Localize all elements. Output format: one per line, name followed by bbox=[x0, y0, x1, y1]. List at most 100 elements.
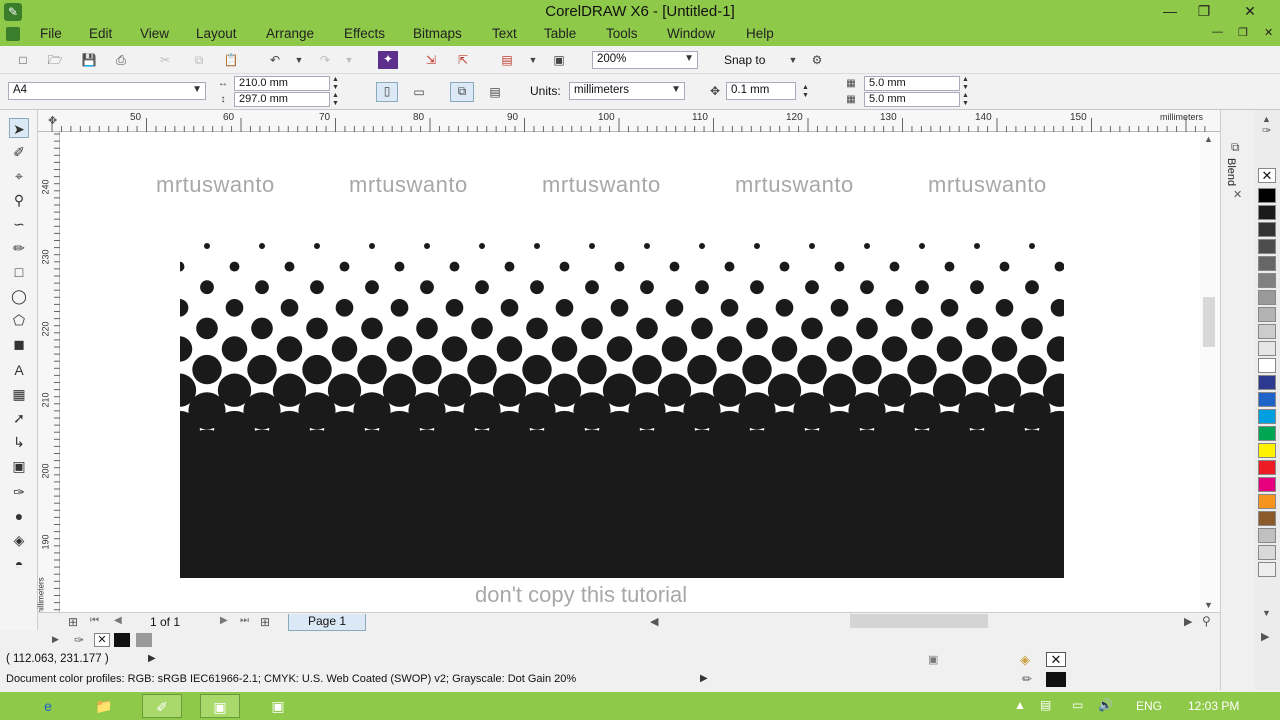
scroll-left-icon[interactable]: ◀ bbox=[650, 615, 658, 628]
halftone-pattern[interactable] bbox=[180, 242, 1064, 578]
page-size-combo[interactable]: A4 ▼ bbox=[8, 82, 206, 100]
menu-text[interactable]: Text bbox=[492, 26, 517, 41]
color-swatch[interactable] bbox=[1258, 324, 1276, 339]
color-swatch[interactable] bbox=[1258, 443, 1276, 458]
eyedropper-icon[interactable]: ✑ bbox=[74, 633, 84, 647]
color-swatch[interactable] bbox=[1258, 477, 1276, 492]
height-spinner-icon[interactable]: ▲ ▼ bbox=[332, 92, 342, 108]
menu-effects[interactable]: Effects bbox=[344, 26, 385, 41]
menu-tools[interactable]: Tools bbox=[606, 26, 638, 41]
outline-tool-icon[interactable]: ● bbox=[9, 506, 29, 526]
current-page-icon[interactable]: ▤ bbox=[486, 84, 504, 100]
menu-bitmaps[interactable]: Bitmaps bbox=[413, 26, 462, 41]
no-fill-indicator[interactable]: ✕ bbox=[1046, 652, 1066, 667]
menu-file[interactable]: File bbox=[40, 26, 62, 41]
save-icon[interactable]: 💾 bbox=[80, 52, 98, 68]
color-swatch[interactable] bbox=[1258, 494, 1276, 509]
color-swatch[interactable] bbox=[1258, 205, 1276, 220]
menu-view[interactable]: View bbox=[140, 26, 169, 41]
portrait-icon[interactable]: ▯ bbox=[376, 82, 398, 102]
color-swatch[interactable] bbox=[1258, 256, 1276, 271]
connector-tool-icon[interactable]: ↳ bbox=[9, 432, 29, 452]
drawing-canvas[interactable]: mrtuswanto mrtuswanto mrtuswanto mrtuswa… bbox=[60, 132, 1200, 612]
redo-icon[interactable]: ↷ bbox=[316, 52, 334, 68]
color-swatch[interactable] bbox=[1258, 426, 1276, 441]
zoom-tool-icon[interactable]: ⚲ bbox=[9, 190, 29, 210]
doc-icon[interactable] bbox=[6, 27, 20, 41]
export-icon[interactable]: ⇱ bbox=[454, 52, 472, 68]
close-docker-icon[interactable]: ✕ bbox=[1233, 188, 1242, 201]
color-swatch[interactable] bbox=[1258, 290, 1276, 305]
horizontal-scroll-thumb[interactable] bbox=[850, 614, 988, 628]
close-icon[interactable]: ✕ bbox=[1236, 0, 1264, 22]
doc-minimize-icon[interactable]: — bbox=[1212, 26, 1223, 38]
dimension-tool-icon[interactable]: ➚ bbox=[9, 408, 29, 428]
text-tool-icon[interactable]: A bbox=[9, 360, 29, 380]
page-width-field[interactable]: 210.0 mm bbox=[234, 76, 330, 91]
page-tab[interactable]: Page 1 bbox=[288, 614, 366, 631]
all-pages-icon[interactable]: ⧉ bbox=[450, 82, 474, 102]
first-page-icon[interactable]: ⏮ bbox=[90, 615, 99, 626]
scroll-up-icon[interactable]: ▲ bbox=[1204, 134, 1213, 144]
publish-pdf-icon[interactable]: ▤ bbox=[498, 52, 516, 68]
folder-taskbar-icon[interactable]: ▣ bbox=[258, 694, 298, 718]
internet-explorer-icon[interactable]: e bbox=[28, 694, 68, 718]
ruler-origin-icon[interactable]: ✥ bbox=[48, 114, 57, 127]
battery-icon[interactable]: ▭ bbox=[1072, 698, 1083, 712]
palette-scroll-up-icon[interactable]: ▲ bbox=[1262, 114, 1271, 124]
coreldraw-taskbar-icon[interactable]: ✐ bbox=[142, 694, 182, 718]
eyedropper-tool-icon[interactable]: ✑ bbox=[9, 482, 29, 502]
basic-shapes-icon[interactable]: ◼ bbox=[9, 334, 29, 354]
print-icon[interactable]: ⎙ bbox=[112, 52, 130, 68]
import-icon[interactable]: ⇲ bbox=[422, 52, 440, 68]
polygon-tool-icon[interactable]: ⬠ bbox=[9, 310, 29, 330]
blend-icon[interactable]: ⧉ bbox=[1231, 140, 1240, 155]
color-swatch[interactable] bbox=[1258, 341, 1276, 356]
application-launcher-icon[interactable]: ▼ bbox=[524, 52, 542, 68]
navigator-icon[interactable]: ⚲ bbox=[1202, 614, 1211, 628]
ellipse-tool-icon[interactable]: ◯ bbox=[9, 286, 29, 306]
zoom-level-combo[interactable]: 200% ▼ bbox=[592, 51, 698, 69]
no-color-swatch[interactable]: ✕ bbox=[1258, 168, 1276, 183]
language-indicator[interactable]: ENG bbox=[1136, 699, 1162, 713]
color-swatch[interactable] bbox=[1258, 307, 1276, 322]
file-explorer-icon[interactable]: 📁 bbox=[84, 694, 124, 718]
nudge-distance-field[interactable]: 0.1 mm bbox=[726, 82, 796, 100]
menu-layout[interactable]: Layout bbox=[196, 26, 237, 41]
color-swatch[interactable] bbox=[1258, 188, 1276, 203]
pick-tool-icon[interactable]: ➤ bbox=[9, 118, 29, 138]
duplicate-x-field[interactable]: 5.0 mm bbox=[864, 76, 960, 91]
search-content-icon[interactable]: ✦ bbox=[378, 51, 398, 69]
fill-tool-icon[interactable]: ◈ bbox=[9, 530, 29, 550]
color-swatch[interactable] bbox=[1258, 392, 1276, 407]
status-expand-icon[interactable]: ▶ bbox=[148, 653, 156, 664]
outline-color-indicator[interactable] bbox=[1046, 672, 1066, 687]
page-height-field[interactable]: 297.0 mm bbox=[234, 92, 330, 107]
color-swatch[interactable] bbox=[1258, 222, 1276, 237]
color-swatch[interactable] bbox=[1258, 239, 1276, 254]
clock[interactable]: 12:03 PM bbox=[1188, 699, 1239, 713]
smart-fill-icon[interactable]: ✏ bbox=[9, 238, 29, 258]
paste-icon[interactable]: 📋 bbox=[222, 52, 240, 68]
nudge-spinner-icon[interactable]: ▲ ▼ bbox=[802, 84, 812, 100]
color-swatch[interactable] bbox=[1258, 460, 1276, 475]
doc-close-icon[interactable]: ✕ bbox=[1264, 26, 1273, 39]
snap-to-button[interactable]: Snap to bbox=[724, 53, 765, 67]
color-swatch[interactable] bbox=[1258, 409, 1276, 424]
gray-swatch[interactable] bbox=[136, 633, 152, 647]
new-icon[interactable]: □ bbox=[14, 52, 32, 68]
color-swatch[interactable] bbox=[1258, 273, 1276, 288]
menu-arrange[interactable]: Arrange bbox=[266, 26, 314, 41]
next-page-icon[interactable]: ▶ bbox=[220, 615, 228, 626]
doc-restore-icon[interactable]: ❐ bbox=[1238, 26, 1248, 39]
profiles-expand-icon[interactable]: ▶ bbox=[700, 673, 708, 684]
scroll-palette-icon[interactable]: ▶ bbox=[52, 634, 59, 645]
dup-y-spinner-icon[interactable]: ▲ ▼ bbox=[962, 92, 972, 108]
add-page-after-icon[interactable]: ⊞ bbox=[260, 615, 270, 629]
color-swatch[interactable] bbox=[1258, 511, 1276, 526]
recorder-taskbar-icon[interactable]: ▣ bbox=[200, 694, 240, 718]
volume-icon[interactable]: 🔊 bbox=[1098, 698, 1113, 712]
menu-edit[interactable]: Edit bbox=[89, 26, 112, 41]
open-icon[interactable]: 🗁 bbox=[46, 52, 64, 68]
black-swatch[interactable] bbox=[114, 633, 130, 647]
